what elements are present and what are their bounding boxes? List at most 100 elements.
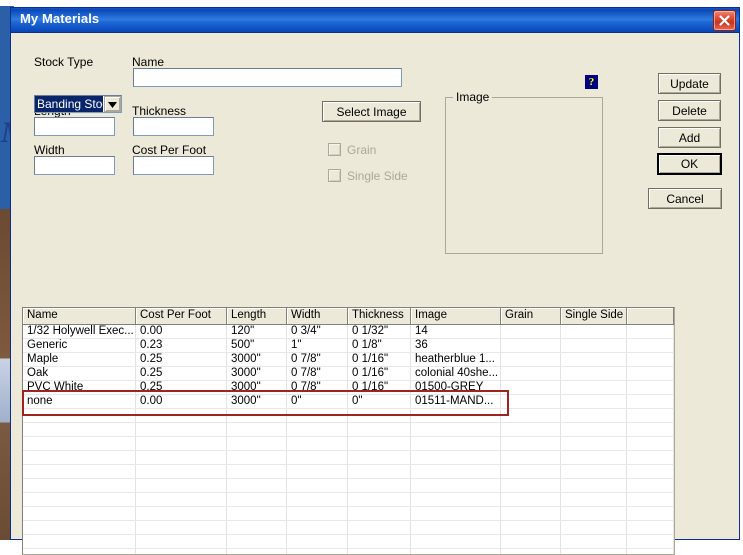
table-cell (287, 535, 348, 548)
table-cell (561, 493, 627, 506)
table-cell (411, 535, 501, 548)
table-cell (561, 465, 627, 478)
table-cell (287, 549, 348, 554)
table-cell (348, 521, 411, 534)
table-row[interactable]: PVC White 0.25 3000" 0 7/8" 0 1/16" 01500-GRE… (23, 381, 674, 395)
title-bar[interactable]: My Materials (11, 8, 739, 33)
stock-type-selected-value: Banding Stock (35, 96, 103, 112)
table-cell (501, 395, 561, 408)
table-row[interactable]: none 0.00 3000" 0" 0" 01511-MAND... (23, 395, 674, 409)
table-row[interactable]: Maple 0.25 3000" 0 7/8" 0 1/16" heatherblue 1… (23, 353, 674, 367)
table-cell (136, 423, 227, 436)
table-row[interactable] (23, 423, 674, 437)
table-row[interactable]: 1/32 Holywell Exec... 0.00 120" 0 3/4" 0 1/3… (23, 325, 674, 339)
table-row[interactable] (23, 451, 674, 465)
table-column-header[interactable]: Name (23, 308, 136, 325)
table-cell (227, 507, 287, 520)
table-cell: 0.25 (136, 367, 227, 380)
table-cell (561, 451, 627, 464)
close-icon[interactable] (713, 10, 736, 31)
table-cell (287, 479, 348, 492)
cancel-button[interactable]: Cancel (648, 188, 722, 209)
select-image-button[interactable]: Select Image (322, 101, 421, 122)
table-column-header[interactable]: Single Side (561, 308, 627, 325)
table-cell: Oak (23, 367, 136, 380)
table-cell (501, 549, 561, 554)
table-column-header[interactable]: Length (227, 308, 287, 325)
table-column-header[interactable]: Grain (501, 308, 561, 325)
table-cell: 0 1/32" (348, 325, 411, 338)
table-cell: 36 (411, 339, 501, 352)
table-cell: 0.00 (136, 395, 227, 408)
cost-per-foot-input[interactable] (133, 156, 214, 175)
table-cell (501, 423, 561, 436)
name-input[interactable] (133, 68, 402, 87)
table-cell (348, 465, 411, 478)
table-cell: 0" (287, 395, 348, 408)
help-icon[interactable]: ? (585, 75, 601, 91)
ok-button[interactable]: OK (657, 153, 722, 175)
table-row[interactable] (23, 479, 674, 493)
table-cell: 1/32 Holywell Exec... (23, 325, 136, 338)
table-cell: 500" (227, 339, 287, 352)
table-cell (501, 535, 561, 548)
width-input[interactable] (34, 156, 115, 175)
table-cell (227, 549, 287, 554)
update-button[interactable]: Update (658, 73, 721, 94)
table-cell (23, 423, 136, 436)
table-row[interactable] (23, 507, 674, 521)
image-groupbox (445, 97, 603, 254)
table-cell (411, 549, 501, 554)
table-column-header[interactable]: Image (411, 308, 501, 325)
table-column-header[interactable]: Cost Per Foot (136, 308, 227, 325)
table-cell: 0 7/8" (287, 367, 348, 380)
chevron-down-icon[interactable] (104, 96, 121, 112)
thickness-input[interactable] (133, 117, 214, 136)
table-row[interactable] (23, 465, 674, 479)
table-row[interactable] (23, 521, 674, 535)
table-column-header[interactable] (627, 308, 674, 325)
table-cell (136, 507, 227, 520)
table-column-header[interactable]: Thickness (348, 308, 411, 325)
length-input[interactable] (34, 117, 115, 136)
delete-button[interactable]: Delete (658, 100, 721, 121)
table-row[interactable] (23, 493, 674, 507)
table-row[interactable] (23, 535, 674, 549)
table-row[interactable]: Oak 0.25 3000" 0 7/8" 0 1/16" colonial 40she.… (23, 367, 674, 381)
table-cell (136, 479, 227, 492)
add-button[interactable]: Add (658, 127, 721, 148)
table-cell (627, 465, 674, 478)
table-cell (23, 451, 136, 464)
table-cell: none (23, 395, 136, 408)
table-cell: 120" (227, 325, 287, 338)
materials-table[interactable]: Name Cost Per Foot Length Width Thickness Ima… (22, 307, 675, 555)
table-cell (561, 423, 627, 436)
table-cell (561, 339, 627, 352)
table-cell (501, 381, 561, 394)
table-cell: 0" (348, 395, 411, 408)
table-cell (561, 409, 627, 422)
table-cell (561, 325, 627, 338)
table-column-header[interactable]: Width (287, 308, 348, 325)
table-cell (227, 493, 287, 506)
table-cell (501, 521, 561, 534)
table-row[interactable]: Generic 0.23 500" 1" 0 1/8" 36 (23, 339, 674, 353)
table-row[interactable] (23, 437, 674, 451)
table-cell (136, 451, 227, 464)
table-cell: 0 1/16" (348, 353, 411, 366)
table-cell (561, 353, 627, 366)
table-cell (287, 437, 348, 450)
table-row[interactable] (23, 409, 674, 423)
table-cell (561, 535, 627, 548)
table-cell (627, 451, 674, 464)
ok-button-label: OK (680, 157, 699, 171)
single-side-checkbox[interactable] (328, 169, 341, 182)
table-cell (348, 409, 411, 422)
table-cell (501, 437, 561, 450)
table-cell (348, 423, 411, 436)
table-cell: 0.25 (136, 353, 227, 366)
grain-checkbox[interactable] (328, 143, 341, 156)
table-cell (561, 395, 627, 408)
stock-type-combobox[interactable]: Banding Stock (34, 95, 122, 113)
table-row[interactable] (23, 549, 674, 554)
